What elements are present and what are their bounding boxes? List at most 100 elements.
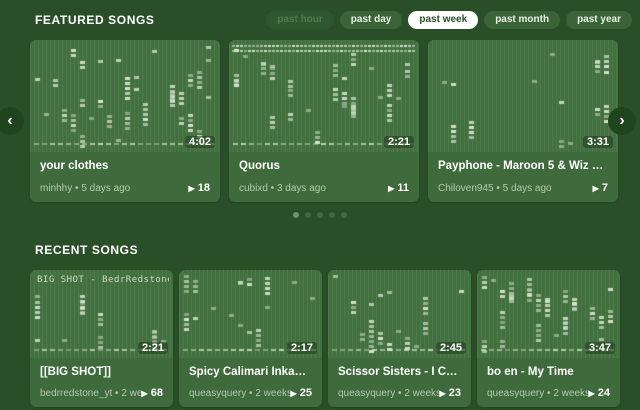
filter-past-week[interactable]: past week (408, 11, 478, 29)
carousel-dot-5[interactable] (341, 212, 347, 218)
filter-past-hour[interactable]: past hour (266, 11, 334, 29)
author-line: cubixd • 3 days ago (239, 183, 326, 194)
song-thumbnail[interactable]: 3:31 (428, 40, 618, 152)
author-link[interactable]: cubixd (239, 183, 268, 194)
recent-songs-heading: RECENT SONGS (35, 243, 640, 257)
author-line: minhhy • 5 days ago (40, 183, 130, 194)
play-count-value: 24 (598, 387, 610, 399)
song-meta: queasyquery • 2 weeks ago ▶ 24 (487, 387, 610, 399)
song-thumbnail[interactable]: 2:45 (328, 270, 471, 358)
song-card-body: Payphone - Maroon 5 & Wiz Khalifa Chilov… (428, 152, 618, 202)
song-card[interactable]: 3:47 bo en - My Time queasyquery • 2 wee… (477, 270, 620, 407)
song-thumbnail[interactable]: 4:02 (30, 40, 220, 152)
song-card[interactable]: 2:21 Quorus cubixd • 3 days ago ▶ 11 (229, 40, 419, 202)
upload-time: 2 weeks ago (121, 388, 141, 399)
upload-time: 3 days ago (277, 183, 326, 194)
song-card[interactable]: 2:17 Spicy Calimari Inkantation queasyqu… (179, 270, 322, 407)
play-count: ▶ 18 (189, 182, 210, 194)
song-title[interactable]: Spicy Calimari Inkantation (189, 366, 312, 378)
song-thumbnail[interactable]: 2:21 (229, 40, 419, 152)
meta-separator-icon: • (494, 183, 503, 194)
author-line: queasyquery • 2 weeks ago (189, 388, 291, 399)
play-count-value: 11 (397, 182, 409, 194)
play-count: ▶ 7 (593, 182, 608, 194)
author-line: queasyquery • 2 weeks ago (487, 388, 589, 399)
featured-songs-heading: FEATURED SONGS (35, 13, 155, 27)
song-title[interactable]: [[BIG SHOT]] (40, 366, 163, 378)
meta-separator-icon: • (72, 183, 81, 194)
song-card[interactable]: BIG SHOT - BedrRedstone 2:21 [[BIG SHOT]… (30, 270, 173, 407)
song-card[interactable]: 4:02 your clothes minhhy • 5 days ago ▶ … (30, 40, 220, 202)
song-card[interactable]: 2:45 Scissor Sisters - I Can't Decide qu… (328, 270, 471, 407)
filter-past-month[interactable]: past month (484, 11, 560, 29)
author-link[interactable]: bedrredstone_yt (40, 388, 112, 399)
duration-badge: 2:21 (384, 136, 414, 148)
upload-time: 2 weeks ago (553, 388, 588, 399)
featured-card-row: 4:02 your clothes minhhy • 5 days ago ▶ … (30, 40, 640, 202)
song-card-body: Quorus cubixd • 3 days ago ▶ 11 (229, 152, 419, 202)
author-link[interactable]: Chiloven945 (438, 183, 494, 194)
author-line: Chiloven945 • 5 days ago (438, 183, 552, 194)
featured-header-row: FEATURED SONGS past hour past day past wee… (0, 0, 640, 29)
carousel-next-button[interactable]: › (608, 107, 636, 135)
song-meta: queasyquery • 2 weeks ago ▶ 25 (189, 387, 312, 399)
play-icon: ▶ (189, 184, 195, 193)
thumbnail-text: BIG SHOT - BedrRedstone (37, 275, 169, 285)
song-meta: minhhy • 5 days ago ▶ 18 (40, 182, 210, 194)
song-meta: Chiloven945 • 5 days ago ▶ 7 (438, 182, 608, 194)
author-link[interactable]: minhhy (40, 183, 72, 194)
author-link[interactable]: queasyquery (487, 388, 544, 399)
filter-past-year[interactable]: past year (566, 11, 632, 29)
play-count: ▶ 11 (388, 182, 409, 194)
song-thumbnail[interactable]: 3:47 (477, 270, 620, 358)
song-card-body: bo en - My Time queasyquery • 2 weeks ag… (477, 358, 620, 407)
song-title[interactable]: Quorus (239, 160, 409, 172)
song-title[interactable]: Payphone - Maroon 5 & Wiz Khalifa (438, 160, 608, 172)
author-link[interactable]: queasyquery (189, 388, 246, 399)
play-count-value: 25 (300, 387, 312, 399)
meta-separator-icon: • (395, 388, 404, 399)
carousel-dots (0, 212, 640, 218)
upload-time: 5 days ago (81, 183, 130, 194)
play-icon: ▶ (291, 389, 297, 398)
chevron-right-icon: › (619, 112, 624, 129)
song-card-body: your clothes minhhy • 5 days ago ▶ 18 (30, 152, 220, 202)
author-line: bedrredstone_yt • 2 weeks ago (40, 388, 142, 399)
play-count-value: 23 (449, 387, 461, 399)
duration-badge: 3:31 (583, 136, 613, 148)
song-thumbnail[interactable]: 2:17 (179, 270, 322, 358)
duration-badge: 4:02 (185, 136, 215, 148)
carousel-dot-1[interactable] (293, 212, 299, 218)
meta-separator-icon: • (112, 388, 121, 399)
time-filters: past hour past day past week past month past… (266, 11, 632, 29)
chevron-left-icon: ‹ (7, 112, 12, 129)
song-meta: bedrredstone_yt • 2 weeks ago ▶ 68 (40, 387, 163, 399)
play-count-value: 68 (151, 387, 163, 399)
play-icon: ▶ (589, 389, 595, 398)
meta-separator-icon: • (268, 183, 277, 194)
carousel-prev-button[interactable]: ‹ (0, 107, 24, 135)
play-count-value: 7 (602, 182, 608, 194)
play-count: ▶ 25 (291, 387, 312, 399)
upload-time: 2 weeks ago (404, 388, 439, 399)
song-card[interactable]: 3:31 Payphone - Maroon 5 & Wiz Khalifa C… (428, 40, 618, 202)
play-count: ▶ 24 (589, 387, 610, 399)
song-thumbnail[interactable]: BIG SHOT - BedrRedstone 2:21 (30, 270, 173, 358)
carousel-dot-4[interactable] (329, 212, 335, 218)
upload-time: 2 weeks ago (255, 388, 290, 399)
play-icon: ▶ (593, 184, 599, 193)
author-link[interactable]: queasyquery (338, 388, 395, 399)
song-title[interactable]: bo en - My Time (487, 366, 610, 378)
meta-separator-icon: • (544, 388, 553, 399)
song-title[interactable]: Scissor Sisters - I Can't Decide (338, 366, 461, 378)
song-card-body: Spicy Calimari Inkantation queasyquery •… (179, 358, 322, 407)
play-count-value: 18 (198, 182, 210, 194)
song-title[interactable]: your clothes (40, 160, 210, 172)
author-line: queasyquery • 2 weeks ago (338, 388, 440, 399)
carousel-dot-2[interactable] (305, 212, 311, 218)
page: FEATURED SONGS past hour past day past wee… (0, 0, 640, 410)
song-card-body: Scissor Sisters - I Can't Decide queasyq… (328, 358, 471, 407)
play-icon: ▶ (440, 389, 446, 398)
carousel-dot-3[interactable] (317, 212, 323, 218)
filter-past-day[interactable]: past day (340, 11, 403, 29)
